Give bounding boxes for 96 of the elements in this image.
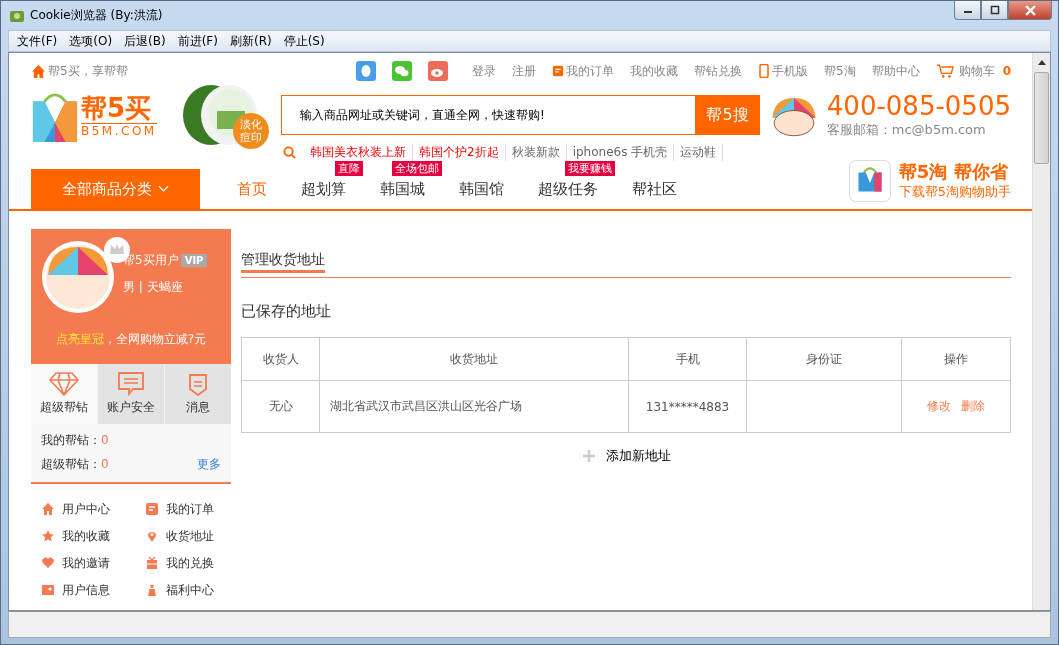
side-menu-item[interactable]: 用户信息: [41, 581, 145, 599]
search-icon: [283, 145, 296, 159]
penguin-icon[interactable]: [356, 61, 376, 81]
close-icon: [1024, 4, 1036, 16]
side-menu-item[interactable]: 福利中心: [145, 581, 241, 599]
hot-word-link[interactable]: 运动鞋: [674, 143, 724, 161]
phone-icon: [758, 64, 770, 78]
top-link[interactable]: 登录: [472, 62, 496, 80]
quick-tab[interactable]: 超级帮钻: [31, 364, 97, 424]
menu-item[interactable]: 选项(O): [63, 32, 119, 50]
scrollbar[interactable]: [1032, 53, 1050, 610]
nav-tab[interactable]: 帮社区: [632, 179, 677, 199]
top-link[interactable]: 帮助中心: [871, 62, 920, 80]
nav-badge: 我要赚钱: [565, 161, 615, 176]
hot-word-link[interactable]: 韩国美衣秋装上新: [304, 143, 413, 161]
document-icon: [145, 502, 159, 516]
logo-name: 帮5买: [81, 92, 157, 124]
column-header: 操作: [901, 337, 1011, 381]
scroll-thumb[interactable]: [1034, 72, 1049, 164]
top-link[interactable]: 帮钻兑换: [694, 62, 742, 80]
stat-value: 0: [101, 457, 109, 471]
menu-item[interactable]: 停止(S): [277, 32, 331, 50]
id-card-icon: [41, 583, 55, 597]
star-icon: [41, 529, 55, 543]
nav-badge: 全场包邮: [392, 161, 442, 176]
minimize-button[interactable]: [954, 1, 981, 20]
app-promo-subtitle: 下载帮5淘购物助手: [898, 183, 1011, 201]
chat-icon[interactable]: [392, 61, 412, 81]
eye-icon[interactable]: [428, 61, 448, 81]
section-subtitle: 已保存的地址: [241, 302, 332, 321]
cart-icon: [935, 63, 954, 79]
side-menu-item[interactable]: 用户中心: [41, 500, 145, 518]
service-email: 客服邮箱：mc@b5m.com: [826, 121, 986, 139]
app-promo-title: 帮5淘 帮你省: [898, 161, 1009, 183]
table-cell: 无心: [241, 380, 320, 433]
search-field[interactable]: 输入商品网址或关键词，直通全网，快速帮购!: [281, 95, 695, 135]
gift-icon: [145, 556, 159, 570]
document-icon: [552, 64, 564, 78]
user-info: 男 | 天蝎座: [123, 279, 184, 296]
column-header: 收货人: [241, 337, 320, 381]
cart-count: 0: [1002, 64, 1011, 78]
top-link[interactable]: 手机版: [758, 62, 808, 80]
stat-label: 超级帮钻：: [41, 455, 101, 473]
chat-bubble-icon: [115, 372, 147, 396]
quick-tab[interactable]: 账户安全: [98, 364, 164, 424]
menu-item[interactable]: 刷新(R): [223, 32, 278, 50]
side-menu-item[interactable]: 我的邀请: [41, 554, 145, 572]
side-menu-item[interactable]: 我的收藏: [41, 527, 145, 545]
top-link[interactable]: 我的订单: [552, 62, 614, 80]
plus-icon: [581, 449, 596, 463]
menu-item[interactable]: 前进(F): [171, 32, 224, 50]
table-cell: 131*****4883: [628, 380, 747, 433]
add-address-button[interactable]: 添加新地址: [581, 447, 671, 465]
cart-link[interactable]: 购物车: [935, 62, 995, 80]
heart-icon: [41, 556, 55, 570]
caret-icon: [158, 185, 169, 193]
maximize-icon: [989, 5, 1000, 15]
table-cell: 湖北省武汉市武昌区洪山区光谷广场: [319, 380, 629, 433]
menu-item[interactable]: 后退(B): [118, 32, 172, 50]
slogan: 帮5买，享帮帮: [48, 62, 128, 80]
home-icon: [41, 502, 55, 516]
side-menu-item[interactable]: 收货地址: [145, 527, 241, 545]
column-header: 身份证: [746, 337, 902, 381]
column-header: 收货地址: [319, 337, 629, 381]
diamond-icon: [48, 372, 80, 396]
hot-word-link[interactable]: 韩国个护2折起: [413, 143, 506, 161]
stat-label: 我的帮钻：: [41, 431, 101, 449]
scroll-up-icon[interactable]: [1037, 60, 1046, 65]
nav-tab[interactable]: 韩国城: [380, 179, 425, 199]
column-header: 手机: [628, 337, 747, 381]
top-link[interactable]: 注册: [512, 62, 536, 80]
side-menu-item[interactable]: 我的订单: [145, 500, 241, 518]
top-link[interactable]: 帮5淘: [824, 62, 856, 80]
location-pin-icon: [145, 529, 159, 543]
nav-badge: 直降: [335, 161, 363, 176]
hot-word-link[interactable]: 秋装新款: [505, 143, 567, 161]
crown-offer: ，全网购物立减?元: [103, 332, 207, 346]
vip-badge: VIP: [180, 254, 208, 267]
window-title: Cookie浏览器 (By:洪流): [30, 7, 163, 24]
hotline-number: 400-085-0505: [826, 91, 1011, 121]
hot-word-link[interactable]: iphone6s 手机壳: [566, 143, 675, 161]
logo-domain: B5M.COM: [81, 123, 157, 138]
section-title: 管理收货地址: [241, 251, 325, 273]
stat-value: 0: [101, 433, 109, 447]
more-link[interactable]: 更多: [197, 455, 221, 473]
top-link[interactable]: 我的收藏: [630, 62, 678, 80]
quick-tab[interactable]: 消息: [165, 364, 231, 424]
home-icon: [31, 63, 46, 79]
nav-tab[interactable]: 超级任务: [538, 179, 598, 199]
maximize-button[interactable]: [981, 1, 1008, 20]
close-button[interactable]: [1008, 1, 1052, 20]
side-menu-item[interactable]: 我的兑换: [145, 554, 241, 572]
nav-tab[interactable]: 韩国馆: [459, 179, 504, 199]
app-logo-icon: [848, 160, 891, 202]
nav-tab[interactable]: 超划算: [301, 179, 346, 199]
menu-item[interactable]: 文件(F): [11, 32, 64, 50]
